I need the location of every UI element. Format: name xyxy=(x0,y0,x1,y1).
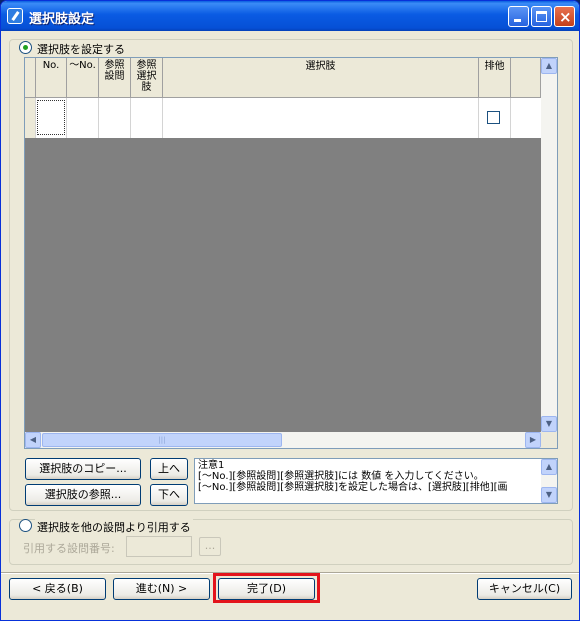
scroll-corner xyxy=(541,432,557,448)
notes-box[interactable]: 注意1 [〜No.][参照設問][参照選択肢]には 数値 を入力してください。 … xyxy=(194,458,558,504)
app-icon xyxy=(7,8,23,24)
cite-browse-button[interactable]: ... xyxy=(199,537,221,556)
option-cell[interactable] xyxy=(163,98,479,138)
move-down-button[interactable]: 下へ xyxy=(150,484,188,506)
header-option[interactable]: 選択肢 xyxy=(163,58,479,98)
scroll-down-icon[interactable]: ▼ xyxy=(541,416,557,432)
dialog-window: 選択肢設定 × 選択肢を設定する No. 〜No. 参照 設問 参照 選択 肢 … xyxy=(0,0,580,621)
cite-options-label: 選択肢を他の設問より引用する xyxy=(35,519,193,535)
note-scroll-down-icon[interactable]: ▼ xyxy=(541,487,557,503)
header-exclusive[interactable]: 排他 xyxy=(479,58,511,98)
no-column-cell[interactable] xyxy=(36,98,67,138)
note-line-2: [〜No.][参照設問][参照選択肢]を設定した場合は、[選択肢][排他][画 xyxy=(198,482,508,493)
exclusive-checkbox[interactable] xyxy=(487,111,500,124)
minimize-icon xyxy=(514,19,521,22)
maximize-button[interactable] xyxy=(531,6,552,27)
header-row-selector xyxy=(25,58,36,98)
to-no-cell[interactable] xyxy=(67,98,99,138)
set-options-label: 選択肢を設定する xyxy=(35,41,127,57)
header-ref-question[interactable]: 参照 設問 xyxy=(99,58,131,98)
note-line-1: [〜No.][参照設問][参照選択肢]には 数値 を入力してください。 xyxy=(198,471,484,482)
horizontal-scrollbar[interactable]: ◀ ||| ▶ xyxy=(25,432,541,448)
scroll-up-icon[interactable]: ▲ xyxy=(541,58,557,74)
cite-question-label: 引用する設問番号: xyxy=(23,542,115,555)
header-filler xyxy=(511,58,541,98)
ref-question-cell[interactable] xyxy=(99,98,131,138)
scroll-right-icon[interactable]: ▶ xyxy=(525,432,541,448)
cancel-button[interactable]: キャンセル(C) xyxy=(477,578,572,600)
set-options-radio[interactable] xyxy=(19,41,32,54)
maximize-icon xyxy=(536,11,547,22)
back-button[interactable]: < 戻る(B) xyxy=(9,578,106,600)
close-icon: × xyxy=(559,8,572,26)
reference-options-button[interactable]: 選択肢の参照... xyxy=(25,484,141,506)
grid-header: No. 〜No. 参照 設問 参照 選択 肢 選択肢 排他 xyxy=(25,58,541,98)
notes-scrollbar[interactable]: ▲ ▼ xyxy=(541,459,557,503)
cite-options-radio[interactable] xyxy=(19,519,32,532)
header-ref-option[interactable]: 参照 選択 肢 xyxy=(131,58,163,98)
next-button[interactable]: 進む(N) > xyxy=(113,578,210,600)
horizontal-scroll-thumb[interactable]: ||| xyxy=(42,433,282,447)
scroll-left-icon[interactable]: ◀ xyxy=(25,432,41,448)
options-grid[interactable]: No. 〜No. 参照 設問 参照 選択 肢 選択肢 排他 ▲ ▼ ◀ ||| xyxy=(24,57,558,449)
copy-options-button[interactable]: 選択肢のコピー... xyxy=(25,458,141,480)
header-to-no[interactable]: 〜No. xyxy=(67,58,99,98)
vertical-scrollbar[interactable]: ▲ ▼ xyxy=(541,58,557,432)
move-up-button[interactable]: 上へ xyxy=(150,458,188,480)
cite-question-input[interactable] xyxy=(126,536,192,557)
close-button[interactable]: × xyxy=(554,6,575,27)
ref-option-cell[interactable] xyxy=(131,98,163,138)
title-bar[interactable]: 選択肢設定 × xyxy=(1,1,579,31)
minimize-button[interactable] xyxy=(508,6,529,27)
header-no[interactable]: No. xyxy=(36,58,67,98)
window-title: 選択肢設定 xyxy=(29,12,95,27)
finish-highlight xyxy=(213,573,320,603)
note-title: 注意1 xyxy=(198,460,225,471)
row-selector[interactable] xyxy=(25,98,36,138)
note-scroll-up-icon[interactable]: ▲ xyxy=(541,459,557,475)
table-row[interactable] xyxy=(25,98,541,138)
